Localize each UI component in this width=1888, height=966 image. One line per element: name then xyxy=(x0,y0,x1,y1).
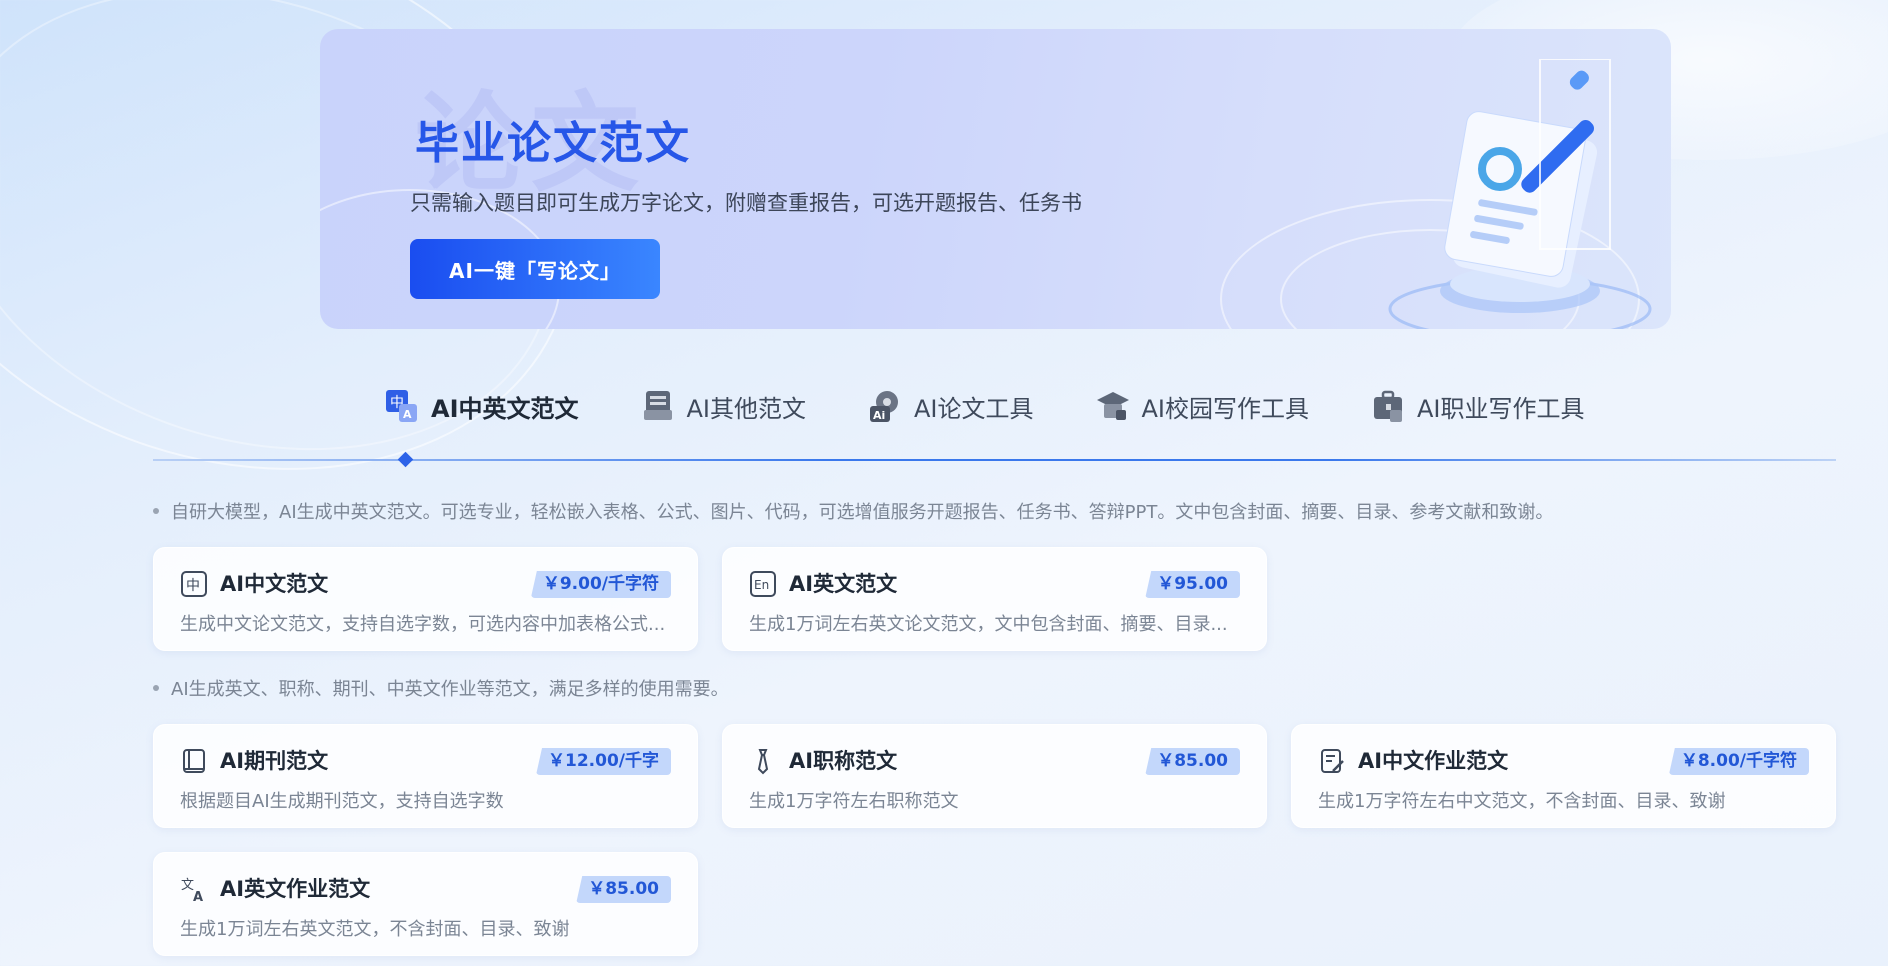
price-badge: ￥85.00 xyxy=(1145,748,1240,775)
translate-icon: 文 A xyxy=(181,878,203,903)
briefcase-icon xyxy=(1374,390,1403,422)
section-note: AI生成英文、职称、期刊、中英文作业等范文，满足多样的使用需要。 xyxy=(153,675,729,701)
en-icon: En xyxy=(750,571,776,597)
banner-title: 毕业论文范文 xyxy=(415,118,691,169)
card-ai-chinese-homework[interactable]: AI中文作业范文 ￥8.00/千字符 生成1万字符左右中文范文，不含封面、目录、… xyxy=(1291,724,1836,828)
tab-career-writing[interactable]: AI职业写作工具 xyxy=(1371,385,1585,427)
svg-text:中: 中 xyxy=(186,578,200,594)
price-badge: ￥85.00 xyxy=(576,876,671,903)
tab-label: AI其他范文 xyxy=(686,394,807,423)
card-description: 生成1万字符左右职称范文 xyxy=(749,791,959,812)
document-pen-illustration xyxy=(1388,59,1652,329)
edit-doc-icon xyxy=(1321,749,1344,773)
price-badge: ￥9.00/千字符 xyxy=(530,571,671,598)
tab-campus-writing[interactable]: AI校园写作工具 xyxy=(1096,385,1310,427)
book-icon xyxy=(183,749,205,773)
write-paper-button[interactable]: AI一键「写论文」 xyxy=(410,239,660,299)
section-note-text: AI生成英文、职称、期刊、中英文作业等范文，满足多样的使用需要。 xyxy=(171,679,729,700)
price-badge: ￥95.00 xyxy=(1145,571,1240,598)
card-description: 生成1万词左右英文范文，不含封面、目录、致谢 xyxy=(180,919,570,940)
card-title: AI中文范文 xyxy=(220,572,329,596)
svg-text:A: A xyxy=(193,890,203,903)
tab-other-essay[interactable]: AI其他范文 xyxy=(641,385,807,427)
card-title: AI职称范文 xyxy=(789,749,898,773)
card-description: 根据题目AI生成期刊范文，支持自选字数 xyxy=(180,791,504,812)
svg-text:Ai: Ai xyxy=(873,409,885,422)
card-description: 生成中文论文范文，支持自选字数，可选内容中加表格公式... xyxy=(180,614,666,635)
zh-icon: 中 xyxy=(181,571,207,597)
card-title: AI英文范文 xyxy=(789,572,898,596)
price-badge: ￥12.00/千字 xyxy=(536,748,671,775)
tab-label: AI校园写作工具 xyxy=(1141,394,1310,423)
tab-label: AI中英文范文 xyxy=(431,394,579,423)
card-title: AI英文作业范文 xyxy=(220,877,371,901)
card-description: 生成1万字符左右中文范文，不含封面、目录、致谢 xyxy=(1318,791,1726,812)
card-ai-english-homework[interactable]: 文 A AI英文作业范文 ￥85.00 生成1万词左右英文范文，不含封面、目录、… xyxy=(153,852,698,956)
category-tabs: 中 A AI中英文范文 AI其他范文 Ai AI论文工具 AI校园写作工具 AI… xyxy=(385,385,1647,427)
ai-gear-icon: Ai xyxy=(870,391,899,422)
hero-banner: 论文 毕业论文范文 只需输入题目即可生成万字论文，附赠查重报告，可选开题报告、任… xyxy=(320,29,1671,329)
zh-en-icon: 中 A xyxy=(386,390,417,422)
svg-text:En: En xyxy=(754,578,769,592)
section-note-text: 自研大模型，AI生成中英文范文。可选专业，轻松嵌入表格、公式、图片、代码，可选增… xyxy=(171,502,1554,523)
graduation-cap-icon xyxy=(1096,392,1129,420)
tab-paper-tools[interactable]: Ai AI论文工具 xyxy=(868,385,1034,427)
card-ai-title-essay[interactable]: AI职称范文 ￥85.00 生成1万字符左右职称范文 xyxy=(722,724,1267,828)
card-title: AI中文作业范文 xyxy=(1358,749,1509,773)
document-stack-icon xyxy=(643,391,672,420)
tab-zh-en-essay[interactable]: 中 A AI中英文范文 xyxy=(385,385,579,427)
tie-icon xyxy=(757,749,769,775)
tab-label: AI职业写作工具 xyxy=(1417,394,1585,423)
svg-text:A: A xyxy=(403,408,412,421)
banner-subtitle: 只需输入题目即可生成万字论文，附赠查重报告，可选开题报告、任务书 xyxy=(410,191,1082,215)
bullet-dot xyxy=(153,508,159,514)
section-note: 自研大模型，AI生成中英文范文。可选专业，轻松嵌入表格、公式、图片、代码，可选增… xyxy=(153,498,1553,524)
price-badge: ￥8.00/千字符 xyxy=(1668,748,1809,775)
card-ai-chinese-essay[interactable]: 中 AI中文范文 ￥9.00/千字符 生成中文论文范文，支持自选字数，可选内容中… xyxy=(153,547,698,651)
card-ai-journal-essay[interactable]: AI期刊范文 ￥12.00/千字 根据题目AI生成期刊范文，支持自选字数 xyxy=(153,724,698,828)
tab-label: AI论文工具 xyxy=(914,394,1034,423)
card-ai-english-essay[interactable]: En AI英文范文 ￥95.00 生成1万词左右英文论文范文，文中包含封面、摘要… xyxy=(722,547,1267,651)
card-description: 生成1万词左右英文论文范文，文中包含封面、摘要、目录... xyxy=(749,614,1228,635)
card-title: AI期刊范文 xyxy=(220,749,329,773)
bullet-dot xyxy=(153,685,159,691)
